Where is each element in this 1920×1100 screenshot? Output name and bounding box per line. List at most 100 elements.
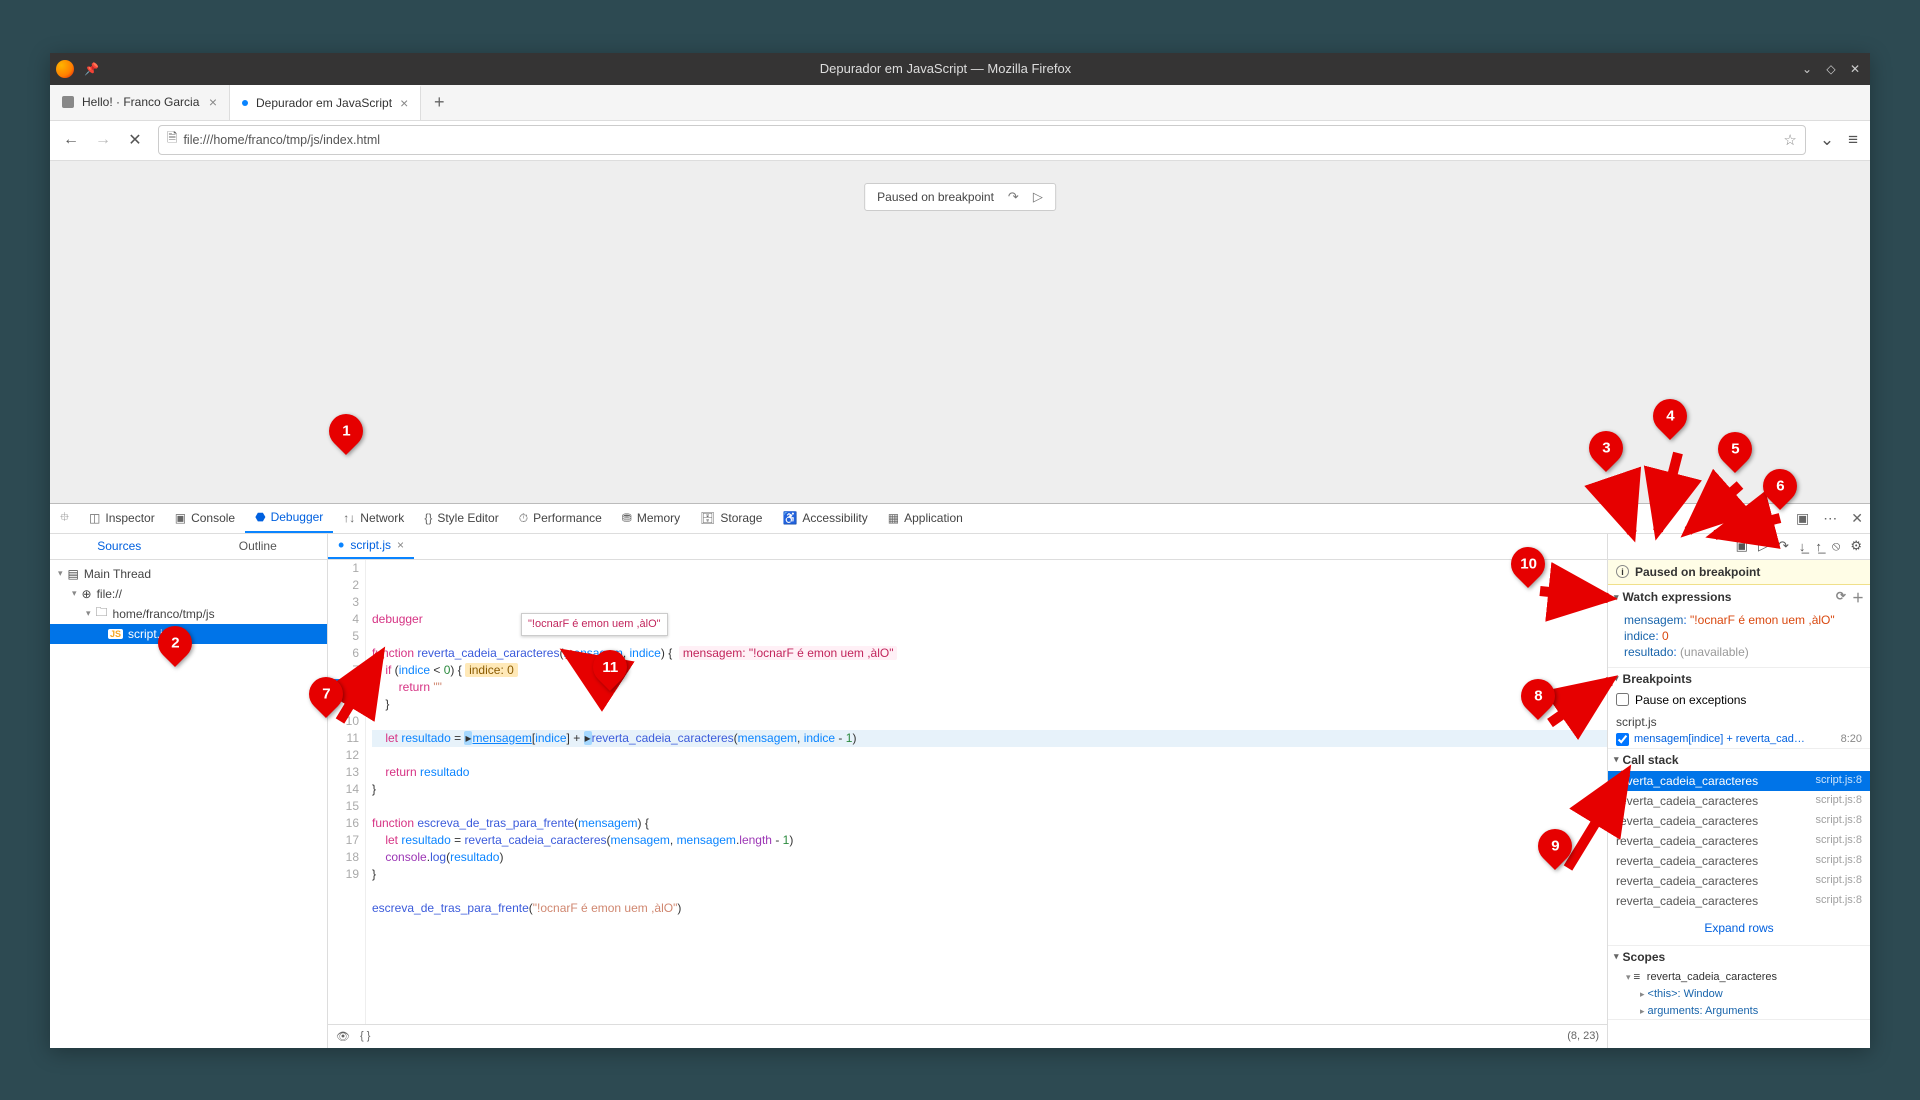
sources-tab[interactable]: Sources xyxy=(50,534,189,559)
breakpoints-header[interactable]: ▾Breakpoints xyxy=(1608,668,1870,690)
minimize-icon[interactable]: ⌄ xyxy=(1798,60,1816,78)
close-tab-icon[interactable]: × xyxy=(400,95,408,111)
deactivate-bp-icon[interactable]: ⦸ xyxy=(1832,538,1840,554)
hamburger-icon[interactable]: ≡ xyxy=(1848,130,1858,150)
window-title: Depurador em JavaScript — Mozilla Firefo… xyxy=(99,61,1792,76)
tab-application[interactable]: ▦Application xyxy=(878,504,973,533)
value-tooltip: "!ocnarF é emon uem ,àlO" xyxy=(521,613,668,636)
tab-memory[interactable]: ⛃Memory xyxy=(612,504,690,533)
code-editor: •script.js× 1234567891011121314151617181… xyxy=(328,534,1608,1048)
stop-button[interactable]: ✕ xyxy=(126,130,144,150)
pocket-icon[interactable]: ⌄ xyxy=(1820,130,1834,150)
browser-tab[interactable]: Hello! · Franco Garcia × xyxy=(50,85,230,120)
tree-thread[interactable]: ▾▤Main Thread xyxy=(50,564,327,584)
expand-rows-button[interactable]: Expand rows xyxy=(1612,915,1866,941)
favicon-icon xyxy=(62,96,74,108)
stack-frame[interactable]: reverta_cadeia_caracteresscript.js:8 xyxy=(1608,831,1870,851)
toggle-sources-icon[interactable]: ▣ xyxy=(1736,538,1748,554)
tab-style[interactable]: {}Style Editor xyxy=(414,504,508,533)
scope-this[interactable]: ▸<this>: Window xyxy=(1608,985,1870,1002)
breakpoint-item[interactable]: mensagem[indice] + reverta_cad… 8:20 xyxy=(1608,731,1870,748)
tab-storage[interactable]: 🗄Storage xyxy=(690,504,772,533)
stack-frame[interactable]: reverta_cadeia_caracteresscript.js:8 xyxy=(1608,871,1870,891)
step-in-button[interactable]: ↓̲ xyxy=(1799,539,1806,554)
step-out-button[interactable]: ↑̲ xyxy=(1815,539,1822,554)
maximize-icon[interactable]: ◇ xyxy=(1822,60,1840,78)
app-window: 📌 Depurador em JavaScript — Mozilla Fire… xyxy=(50,53,1870,1048)
stack-frame[interactable]: reverta_cadeia_caracteresscript.js:8 xyxy=(1608,771,1870,791)
step-over-icon[interactable]: ↷ xyxy=(1008,189,1019,205)
tab-console[interactable]: ▣Console xyxy=(165,504,245,533)
callstack-header[interactable]: ▾Call stack xyxy=(1608,749,1870,771)
resume-button[interactable]: ▷ xyxy=(1758,538,1768,554)
tab-bar: Hello! · Franco Garcia × Depurador em Ja… xyxy=(50,85,1870,121)
pause-exceptions-checkbox[interactable] xyxy=(1616,693,1629,706)
watch-section: ▾Watch expressions⟳＋ mensagem: "!ocnarF … xyxy=(1608,585,1870,668)
bp-checkbox[interactable] xyxy=(1616,733,1629,746)
tab-title: Hello! · Franco Garcia xyxy=(82,95,199,109)
tab-title: Depurador em JavaScript xyxy=(256,96,392,110)
stack-frame[interactable]: reverta_cadeia_caracteresscript.js:8 xyxy=(1608,811,1870,831)
url-bar: ← → ✕ 🗎 file:///home/franco/tmp/js/index… xyxy=(50,121,1870,161)
editor-tab[interactable]: •script.js× xyxy=(328,534,414,559)
scope-args[interactable]: ▸arguments: Arguments xyxy=(1608,1002,1870,1019)
resume-icon[interactable]: ▷ xyxy=(1033,189,1043,205)
stack-frame[interactable]: reverta_cadeia_caracteresscript.js:8 xyxy=(1608,851,1870,871)
page-content: Paused on breakpoint ↷ ▷ ⯐ ◫Inspector ▣C… xyxy=(50,161,1870,1048)
step-over-button[interactable]: ↷ xyxy=(1778,538,1789,554)
tree-file-selected[interactable]: JSscript.js xyxy=(50,624,327,644)
pin-icon[interactable]: 📌 xyxy=(84,62,99,76)
devtools-close-icon[interactable]: ✕ xyxy=(1844,510,1870,527)
back-button[interactable]: ← xyxy=(62,131,80,149)
tab-accessibility[interactable]: ♿Accessibility xyxy=(772,504,877,533)
close-tab-icon[interactable]: × xyxy=(209,94,217,110)
scope-fn[interactable]: ▾≡ reverta_cadeia_caracteres xyxy=(1608,968,1870,985)
info-icon: i xyxy=(1616,565,1629,578)
devtools: ⯐ ◫Inspector ▣Console ⬣Debugger ↑↓Networ… xyxy=(50,503,1870,1048)
debugger-side-panel: ▣ ▷ ↷ ↓̲ ↑̲ ⦸ ⚙ i Paused on breakpoint ▾… xyxy=(1608,534,1870,1048)
stack-frame[interactable]: reverta_cadeia_caracteresscript.js:8 xyxy=(1608,891,1870,911)
url-text: file:///home/franco/tmp/js/index.html xyxy=(183,133,380,147)
watch-header[interactable]: ▾Watch expressions⟳＋ xyxy=(1608,585,1870,610)
close-editor-tab-icon[interactable]: × xyxy=(397,538,404,552)
bookmark-icon[interactable]: ☆ xyxy=(1783,131,1796,149)
browser-tab-active[interactable]: Depurador em JavaScript × xyxy=(230,85,421,120)
pick-element-button[interactable]: ⯐ xyxy=(50,504,79,533)
responsive-icon[interactable]: ▣ xyxy=(1789,510,1816,527)
cursor-position: (8, 23) xyxy=(1567,1030,1599,1042)
scopes-section: ▾Scopes ▾≡ reverta_cadeia_caracteres ▸<t… xyxy=(1608,946,1870,1020)
paused-overlay: Paused on breakpoint ↷ ▷ xyxy=(864,183,1056,211)
paused-status: i Paused on breakpoint xyxy=(1608,560,1870,585)
address-input[interactable]: 🗎 file:///home/franco/tmp/js/index.html … xyxy=(158,125,1806,155)
scopes-header[interactable]: ▾Scopes xyxy=(1608,946,1870,968)
prettify-icon[interactable]: { } xyxy=(360,1030,370,1042)
code-area[interactable]: 12345678910111213141516171819 debuggerfu… xyxy=(328,560,1607,1024)
firefox-logo-icon xyxy=(56,60,74,78)
debugger-controls: ▣ ▷ ↷ ↓̲ ↑̲ ⦸ ⚙ xyxy=(1608,534,1870,560)
source-tree: ▾▤Main Thread ▾⊕file:// ▾🗀home/franco/tm… xyxy=(50,560,327,1048)
callstack-section: ▾Call stack reverta_cadeia_caracteresscr… xyxy=(1608,749,1870,946)
new-tab-button[interactable]: + xyxy=(421,85,457,120)
tab-network[interactable]: ↑↓Network xyxy=(333,504,414,533)
refresh-watch-icon[interactable]: ⟳ xyxy=(1836,589,1846,606)
sources-panel: Sources Outline ▾▤Main Thread ▾⊕file:// … xyxy=(50,534,328,1048)
tree-folder[interactable]: ▾🗀home/franco/tmp/js xyxy=(50,604,327,624)
bp-file-label: script.js xyxy=(1608,713,1870,731)
tab-inspector[interactable]: ◫Inspector xyxy=(79,504,165,533)
devtools-menu-icon[interactable]: ⋯ xyxy=(1816,510,1844,527)
breakpoints-section: ▾Breakpoints Pause on exceptions script.… xyxy=(1608,668,1870,749)
add-watch-icon[interactable]: ＋ xyxy=(1852,589,1864,606)
loading-dot-icon xyxy=(242,100,248,106)
watch-toggle-icon[interactable]: 👁 xyxy=(336,1030,350,1043)
outline-tab[interactable]: Outline xyxy=(189,534,328,559)
forward-button: → xyxy=(94,131,112,149)
tab-debugger[interactable]: ⬣Debugger xyxy=(245,504,333,533)
tree-origin[interactable]: ▾⊕file:// xyxy=(50,584,327,604)
close-icon[interactable]: ✕ xyxy=(1846,60,1864,78)
devtools-tabs: ⯐ ◫Inspector ▣Console ⬣Debugger ↑↓Networ… xyxy=(50,504,1870,534)
settings-icon[interactable]: ⚙ xyxy=(1850,538,1862,554)
stack-frame[interactable]: reverta_cadeia_caracteresscript.js:8 xyxy=(1608,791,1870,811)
tab-performance[interactable]: ⏱Performance xyxy=(509,504,612,533)
file-icon: 🗎 xyxy=(167,129,177,151)
titlebar: 📌 Depurador em JavaScript — Mozilla Fire… xyxy=(50,53,1870,85)
